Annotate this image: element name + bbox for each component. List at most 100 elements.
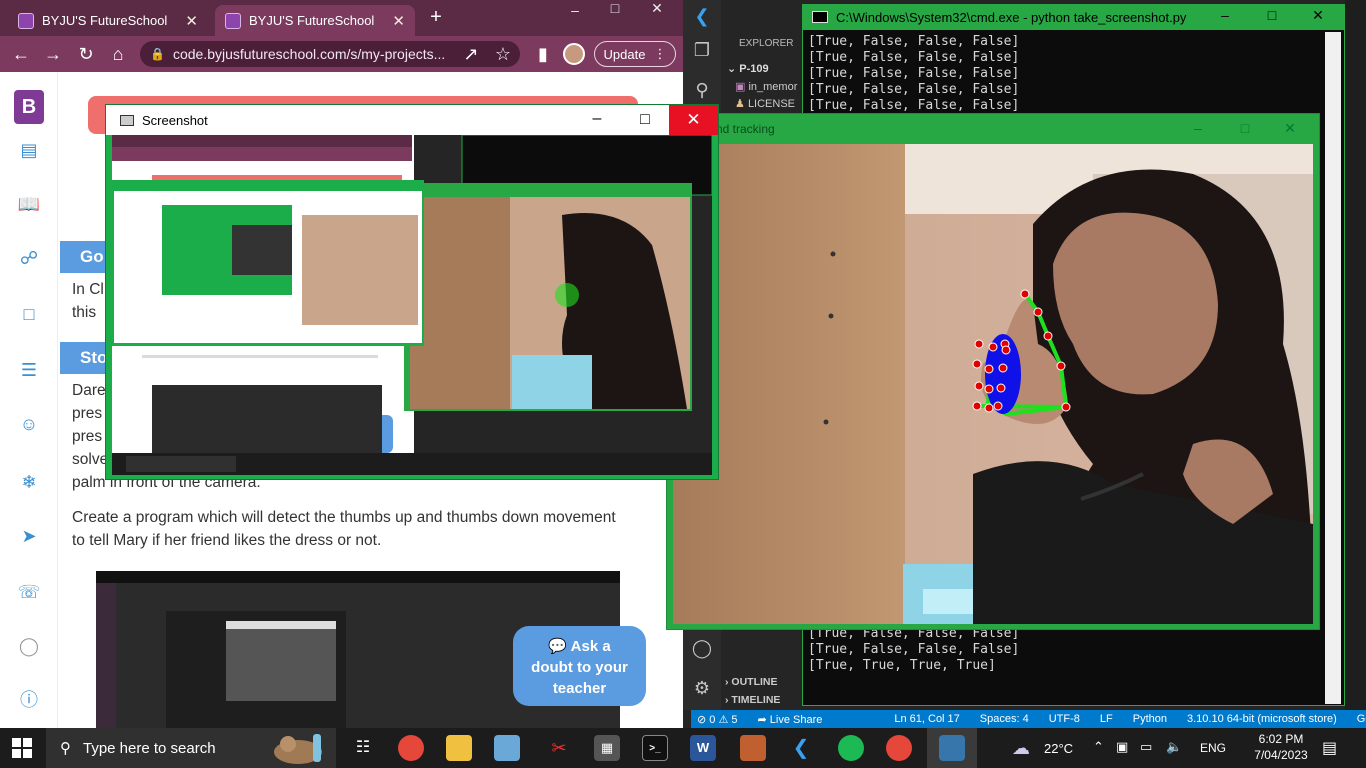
headset-icon[interactable]: ☏: [17, 580, 41, 604]
weather-cloud-icon[interactable]: ☁: [1012, 738, 1030, 759]
cmd-maximize-icon[interactable]: □: [1252, 7, 1292, 25]
interpreter-status[interactable]: 3.10.10 64-bit (microsoft store): [1187, 713, 1337, 725]
chrome-taskbar-icon[interactable]: [398, 735, 424, 761]
calculator-icon[interactable]: ▦: [594, 735, 620, 761]
sidepanel-icon[interactable]: ▮: [532, 43, 554, 65]
file-item[interactable]: ♟ LICENSE: [735, 97, 795, 110]
go-live-button[interactable]: Go Live: [1357, 713, 1366, 725]
network-icon[interactable]: ☍: [17, 246, 41, 270]
tray-chevron-icon[interactable]: ⌃: [1093, 739, 1104, 755]
cmd-output-line: [True, False, False, False]: [808, 98, 1020, 113]
vscode-taskbar-icon[interactable]: ❮: [788, 735, 814, 761]
cmd-output-line: [True, False, False, False]: [808, 82, 1020, 97]
problems-status[interactable]: ⊘ 0 ⚠ 5: [697, 713, 737, 726]
snowflake-icon[interactable]: ❄: [17, 470, 41, 494]
bookmark-star-icon[interactable]: ☆: [492, 43, 514, 65]
taskbar-clock[interactable]: 6:02 PM 7/04/2023: [1246, 731, 1316, 763]
word-icon[interactable]: W: [690, 735, 716, 761]
shield-icon[interactable]: ▣: [1116, 739, 1128, 755]
ask-doubt-button[interactable]: 💬 Ask a doubt to your teacher: [513, 626, 646, 706]
document-icon[interactable]: ☰: [17, 358, 41, 382]
cmd-title: C:\Windows\System32\cmd.exe - python tak…: [836, 9, 1187, 25]
nested-desktop-capture: [112, 135, 712, 475]
cmd-close-icon[interactable]: ✕: [1298, 7, 1338, 25]
cmd-minimize-icon[interactable]: –: [1205, 7, 1245, 25]
weather-temp[interactable]: 22°C: [1044, 741, 1073, 756]
eol-status[interactable]: LF: [1100, 713, 1113, 725]
snipping-tool-icon[interactable]: ✂: [546, 735, 572, 761]
rocket-icon[interactable]: ➤: [17, 524, 41, 548]
file-item[interactable]: ▣ in_memor: [735, 80, 797, 93]
ask-label-1: Ask a: [570, 638, 611, 655]
volume-icon[interactable]: 🔈: [1166, 739, 1182, 755]
language-status[interactable]: Python: [1133, 713, 1167, 725]
project-folder-label: P-109: [739, 63, 769, 75]
encoding-status[interactable]: UTF-8: [1049, 713, 1080, 725]
minimize-icon[interactable]: –: [555, 2, 595, 20]
vscode-statusbar: ⊘ 0 ⚠ 5 ➦ Live Share Ln 61, Col 17 Space…: [691, 710, 1366, 728]
hand-maximize-icon[interactable]: □: [1225, 120, 1265, 138]
close-tab-icon[interactable]: ✕: [185, 12, 198, 30]
close-window-icon[interactable]: ✕: [637, 0, 677, 18]
file-explorer-icon[interactable]: [446, 735, 472, 761]
slides-app-icon[interactable]: [740, 735, 766, 761]
byjus-logo[interactable]: B: [14, 90, 44, 124]
update-button[interactable]: Update ⋮: [594, 41, 676, 67]
hand-close-icon[interactable]: ✕: [1270, 120, 1310, 138]
back-icon[interactable]: ←: [10, 43, 32, 65]
maximize-icon[interactable]: □: [595, 0, 635, 18]
network-icon[interactable]: ▭: [1140, 739, 1152, 755]
home-icon[interactable]: ⌂: [107, 43, 129, 65]
cursor-position[interactable]: Ln 61, Col 17: [894, 713, 959, 725]
spotify-icon[interactable]: [838, 735, 864, 761]
project-folder[interactable]: ⌄ P-109: [727, 62, 769, 75]
dashboard-icon[interactable]: ▤: [17, 138, 41, 162]
notes-app-icon[interactable]: [494, 735, 520, 761]
python-taskbar-active[interactable]: [927, 728, 977, 768]
file-label: LICENSE: [747, 98, 796, 110]
task-view-icon[interactable]: ☷: [350, 735, 376, 761]
settings-gear-icon[interactable]: ⚙: [691, 678, 713, 700]
explorer-icon[interactable]: ❐: [691, 40, 713, 62]
screenshot-close-icon[interactable]: ✕: [669, 105, 718, 135]
user-icon[interactable]: ◯: [17, 634, 41, 658]
webcam-scene: [673, 144, 1313, 624]
search-icon: ⚲: [60, 740, 71, 757]
forward-icon[interactable]: →: [42, 43, 64, 65]
outline-section[interactable]: › OUTLINE: [725, 676, 778, 688]
new-tab-button[interactable]: +: [424, 6, 448, 30]
windows-start-icon[interactable]: [12, 738, 32, 758]
screenshot-maximize-icon[interactable]: □: [621, 105, 669, 135]
lock-icon: 🔒: [150, 47, 165, 61]
byjus-favicon-icon: [225, 12, 241, 29]
screenshot-minimize-icon[interactable]: –: [573, 105, 621, 135]
browser-tab-1[interactable]: BYJU'S FutureSchool ✕: [8, 5, 208, 36]
more-vert-icon: ⋮: [653, 46, 667, 61]
chrome-profile-icon[interactable]: [886, 735, 912, 761]
notifications-icon[interactable]: ▤: [1322, 738, 1337, 758]
timeline-section[interactable]: › TIMELINE: [725, 694, 780, 706]
profile-avatar[interactable]: [563, 43, 585, 65]
live-share-status[interactable]: ➦ Live Share: [757, 713, 822, 726]
close-tab-icon[interactable]: ✕: [392, 12, 405, 30]
cmd-output-line: [True, False, False, False]: [808, 66, 1020, 81]
file-icon: ▣: [735, 81, 746, 93]
indent-status[interactable]: Spaces: 4: [980, 713, 1029, 725]
language-indicator[interactable]: ENG: [1200, 741, 1226, 755]
reload-icon[interactable]: ↻: [75, 43, 97, 65]
hand-minimize-icon[interactable]: –: [1178, 120, 1218, 138]
browser-tab-2[interactable]: BYJU'S FutureSchool ✕: [215, 5, 415, 36]
search-icon[interactable]: ⚲: [691, 80, 713, 102]
file-label: in_memor: [748, 81, 798, 93]
cmd-scrollbar[interactable]: [1325, 32, 1341, 704]
notes-icon[interactable]: □: [17, 302, 41, 326]
ask-label-2: doubt to your: [531, 659, 628, 676]
account-icon[interactable]: ◯: [691, 638, 713, 660]
share-icon[interactable]: ↗: [460, 43, 482, 65]
terminal-icon[interactable]: >_: [642, 735, 668, 761]
book-icon[interactable]: 📖: [17, 192, 41, 216]
support-icon[interactable]: ☺: [17, 412, 41, 436]
vscode-logo-icon: ❮: [694, 6, 710, 26]
info-icon[interactable]: ⓘ: [17, 688, 41, 712]
tab-label: BYJU'S FutureSchool: [42, 13, 168, 28]
